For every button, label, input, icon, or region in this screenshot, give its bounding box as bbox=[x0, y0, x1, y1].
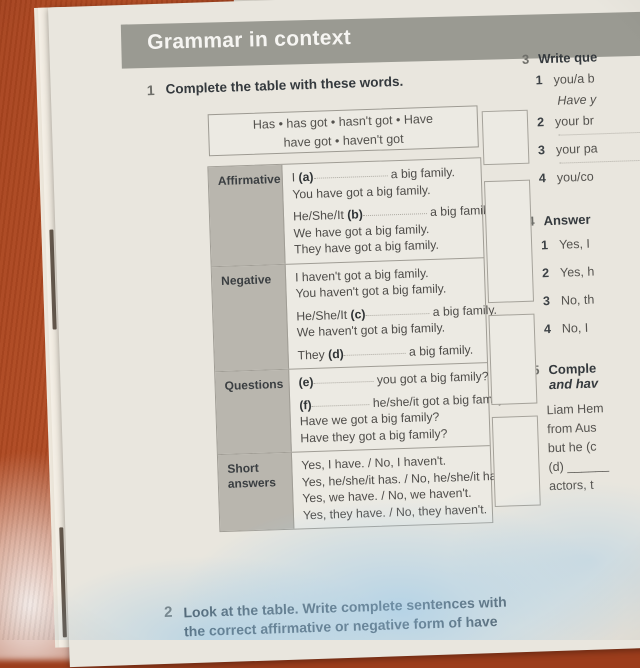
exercise-4-instruction: Answer bbox=[543, 211, 591, 229]
answer-blank-e[interactable] bbox=[313, 371, 374, 384]
row-label-affirmative: Affirmative bbox=[208, 164, 286, 266]
answer-box[interactable] bbox=[491, 415, 541, 507]
table-row: Questions (e) you got a big family? (f) … bbox=[215, 363, 511, 456]
exercise-2: 2 Look at the table. Write complete sent… bbox=[164, 590, 585, 642]
row-label-negative: Negative bbox=[211, 264, 290, 372]
answer-box[interactable] bbox=[488, 313, 538, 406]
right-column: 3 Write que 1 you/a b Have y 2 your br 3… bbox=[522, 46, 640, 497]
answer-box[interactable] bbox=[481, 109, 530, 166]
chapter-title: Grammar in context bbox=[146, 25, 352, 54]
row-label-questions: Questions bbox=[215, 369, 292, 455]
item-text: No, th bbox=[560, 292, 595, 308]
item-text: Yes, h bbox=[559, 264, 595, 280]
exercise-2-number: 2 bbox=[163, 603, 173, 622]
exercise-3-instruction: Write que bbox=[537, 49, 598, 67]
answer-rule[interactable] bbox=[559, 158, 640, 164]
item-text: No, I bbox=[561, 320, 589, 336]
row-content-negative: I haven't got a big family. You haven't … bbox=[286, 257, 506, 369]
answer-box[interactable] bbox=[483, 179, 535, 304]
answer-blank-d[interactable] bbox=[343, 343, 406, 356]
row-content-questions: (e) you got a big family? (f) he/she/it … bbox=[289, 362, 519, 452]
list-item: 2 your br bbox=[537, 110, 640, 130]
exercise-3-number: 3 bbox=[521, 51, 530, 67]
item-number: 1 bbox=[540, 238, 549, 253]
list-item-answer: Have y bbox=[557, 89, 640, 108]
exercise-5-instruction-line-1: Comple bbox=[548, 360, 597, 378]
exercise-2-heading: 2 Look at the table. Write complete sent… bbox=[164, 590, 585, 642]
workbook: Grammar in context 1 Complete the table … bbox=[34, 0, 640, 668]
exercise-1-number: 1 bbox=[146, 82, 155, 99]
page: Grammar in context 1 Complete the table … bbox=[47, 0, 640, 668]
row-content-short-answers: Yes, I have. / No, I haven't. Yes, he/sh… bbox=[292, 445, 527, 529]
row-content-affirmative: I (a) a big family. You have got a big f… bbox=[282, 158, 502, 264]
answer-rule[interactable] bbox=[558, 130, 640, 136]
item-number: 1 bbox=[535, 73, 543, 88]
answer-blank-a[interactable] bbox=[313, 166, 388, 179]
table-row: Negative I haven't got a big family. You… bbox=[211, 257, 497, 373]
list-item: 3 your pa bbox=[537, 138, 640, 158]
item-number: 4 bbox=[543, 322, 552, 337]
item-text: your pa bbox=[555, 141, 598, 157]
item-number: 3 bbox=[537, 143, 546, 158]
item-number: 2 bbox=[536, 115, 545, 130]
exercise-5-paragraph-line: Liam Hem bbox=[546, 401, 604, 418]
sentence: (e) you got a big family? bbox=[298, 369, 489, 390]
list-item: 4 you/co bbox=[539, 166, 640, 186]
table-row: Affirmative I (a) a big family. You have… bbox=[208, 158, 494, 267]
answer-blank-f[interactable] bbox=[311, 394, 370, 407]
item-text: Yes, I bbox=[558, 236, 591, 252]
word-bank-box: Has • has got • hasn't got • Have have g… bbox=[207, 105, 479, 157]
list-item: 4 No, I bbox=[543, 317, 640, 337]
left-column: 1 Complete the table with these words. H… bbox=[147, 71, 519, 533]
item-text: you/co bbox=[556, 169, 594, 185]
list-item: 2 Yes, h bbox=[542, 261, 640, 281]
item-text: you/a b bbox=[553, 71, 595, 87]
item-number: 4 bbox=[538, 171, 547, 186]
item-number: 3 bbox=[542, 294, 551, 309]
exercise-5-heading: 5 Comple and hav bbox=[532, 357, 640, 393]
exercise-1-heading: 1 Complete the table with these words. bbox=[147, 71, 477, 99]
table-row: Short answers Yes, I have. / No, I haven… bbox=[217, 446, 519, 532]
item-text: your br bbox=[554, 113, 595, 129]
list-item: 3 No, th bbox=[543, 289, 640, 309]
answer-blank-b[interactable] bbox=[362, 204, 427, 217]
row-label-short-answers: Short answers bbox=[217, 452, 295, 532]
grammar-table: Affirmative I (a) a big family. You have… bbox=[207, 157, 519, 533]
answer-blank-c[interactable] bbox=[365, 303, 430, 316]
sentence: They (d) a big family. bbox=[297, 342, 474, 362]
exercise-5-instruction-line-2: and hav bbox=[548, 375, 599, 393]
item-number: 2 bbox=[541, 266, 550, 281]
list-item: 1 Yes, I bbox=[541, 233, 640, 253]
item-answer-text: Have y bbox=[557, 92, 597, 108]
exercise-4-heading: 4 Answer bbox=[527, 208, 640, 229]
exercise-1-instruction: Complete the table with these words. bbox=[165, 73, 404, 97]
list-item: 1 you/a b bbox=[535, 68, 640, 88]
